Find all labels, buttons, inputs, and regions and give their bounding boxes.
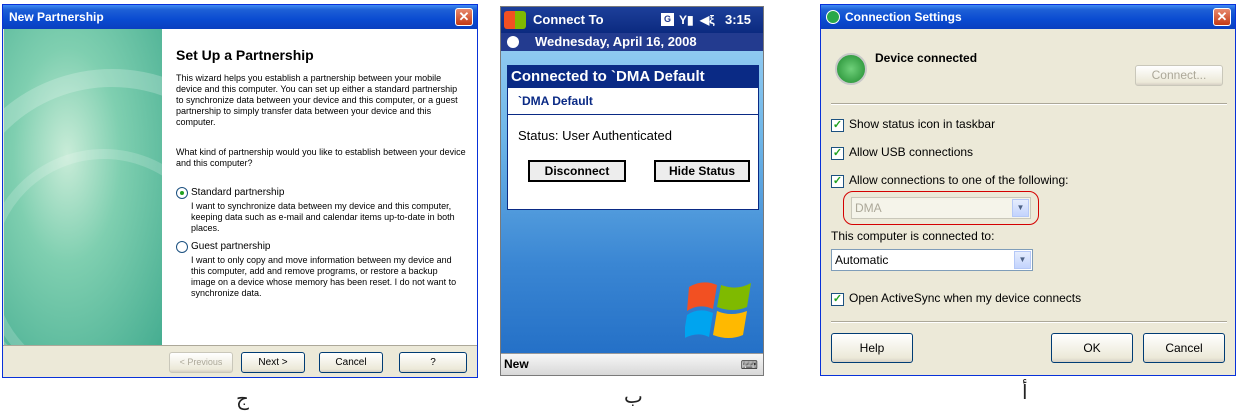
caption-right: أ — [1022, 380, 1028, 404]
caption-left: ج — [236, 386, 249, 410]
wizard-side-artwork — [4, 29, 162, 345]
chevron-down-icon[interactable]: ▼ — [1012, 199, 1029, 217]
intro-text: This wizard helps you establish a partne… — [176, 73, 458, 127]
network-icon[interactable]: G — [661, 13, 674, 26]
standard-partnership-desc: I want to synchronize data between my de… — [191, 201, 455, 233]
wizard-content: Set Up a Partnership This wizard helps y… — [162, 29, 477, 345]
activesync-icon — [826, 10, 840, 24]
guest-partnership-radio[interactable] — [176, 241, 188, 253]
question-text: What kind of partnership would you like … — [176, 147, 466, 168]
divider — [508, 114, 758, 115]
usb-checkbox[interactable]: ✓ — [831, 147, 844, 160]
close-icon[interactable]: ✕ — [455, 8, 473, 26]
date-text[interactable]: Wednesday, April 16, 2008 — [535, 33, 697, 51]
network-combo[interactable]: Automatic ▼ — [831, 249, 1033, 271]
close-icon[interactable]: ✕ — [1213, 8, 1231, 26]
cancel-button[interactable]: Cancel — [1143, 333, 1225, 363]
window-title: New Partnership — [3, 5, 477, 29]
clock-icon — [507, 36, 519, 48]
open-activesync-label[interactable]: Open ActiveSync when my device connects — [849, 291, 1081, 305]
connection-status-dialog: Connected to `DMA Default `DMA Default S… — [507, 65, 759, 210]
status-text: Status: User Authenticated — [518, 128, 672, 143]
connections-label[interactable]: Allow connections to one of the followin… — [849, 173, 1068, 187]
previous-button[interactable]: < Previous — [169, 352, 233, 373]
help-button[interactable]: Help — [831, 333, 913, 363]
wizard-footer: < Previous Next > Cancel ? — [3, 345, 477, 377]
softkey-bar: New ⌨ — [501, 353, 763, 375]
start-flag-icon[interactable] — [504, 11, 526, 29]
chevron-down-icon[interactable]: ▼ — [1014, 251, 1031, 269]
guest-partnership-label[interactable]: Guest partnership — [191, 241, 477, 252]
connections-checkbox[interactable]: ✓ — [831, 175, 844, 188]
clock[interactable]: 3:15 — [725, 7, 751, 33]
connection-name: `DMA Default — [518, 94, 593, 108]
open-activesync-checkbox[interactable]: ✓ — [831, 293, 844, 306]
usb-label[interactable]: Allow USB connections — [849, 145, 973, 159]
status-icon-label[interactable]: Show status icon in taskbar — [849, 117, 995, 131]
signal-icon[interactable]: Y▮ — [679, 7, 694, 33]
hide-status-button[interactable]: Hide Status — [654, 160, 750, 182]
softkey-new[interactable]: New — [504, 357, 529, 371]
help-button[interactable]: ? — [399, 352, 467, 373]
title-bar: Connect To G Y▮ ◀ξ 3:15 — [501, 7, 763, 33]
ok-button[interactable]: OK — [1051, 333, 1133, 363]
page-title: Set Up a Partnership — [176, 47, 314, 63]
standard-partnership-label[interactable]: Standard partnership — [191, 187, 477, 198]
volume-icon[interactable]: ◀ξ — [700, 7, 715, 33]
standard-partnership-radio[interactable] — [176, 187, 188, 199]
app-title: Connect To — [533, 12, 604, 27]
window-title: Connection Settings — [821, 5, 1235, 29]
next-button[interactable]: Next > — [241, 352, 305, 373]
connection-settings-window: Connection Settings ✕ Device connected C… — [820, 4, 1236, 376]
dialog-title: Connected to `DMA Default — [508, 66, 758, 88]
disconnect-button[interactable]: Disconnect — [528, 160, 626, 182]
separator — [831, 321, 1227, 323]
separator — [831, 103, 1227, 105]
connection-type-combo[interactable]: DMA ▼ — [851, 197, 1031, 219]
input-panel-icon[interactable]: ⌨ — [741, 358, 758, 372]
windows-logo-icon — [685, 282, 751, 338]
connect-button[interactable]: Connect... — [1135, 65, 1223, 86]
connected-to-label: This computer is connected to: — [831, 229, 995, 243]
network-value: Automatic — [835, 253, 889, 267]
date-bar: Wednesday, April 16, 2008 — [501, 33, 763, 51]
device-status: Device connected — [875, 51, 978, 65]
cancel-button[interactable]: Cancel — [319, 352, 383, 373]
new-partnership-window: New Partnership ✕ Set Up a Partnership T… — [2, 4, 478, 378]
caption-center: ب — [624, 384, 643, 408]
connection-type-value: DMA — [855, 201, 882, 215]
sync-status-icon — [835, 53, 867, 85]
guest-partnership-desc: I want to only copy and move information… — [191, 255, 457, 298]
status-icon-checkbox[interactable]: ✓ — [831, 119, 844, 132]
pocket-pc-screen: Connect To G Y▮ ◀ξ 3:15 Wednesday, April… — [500, 6, 764, 376]
